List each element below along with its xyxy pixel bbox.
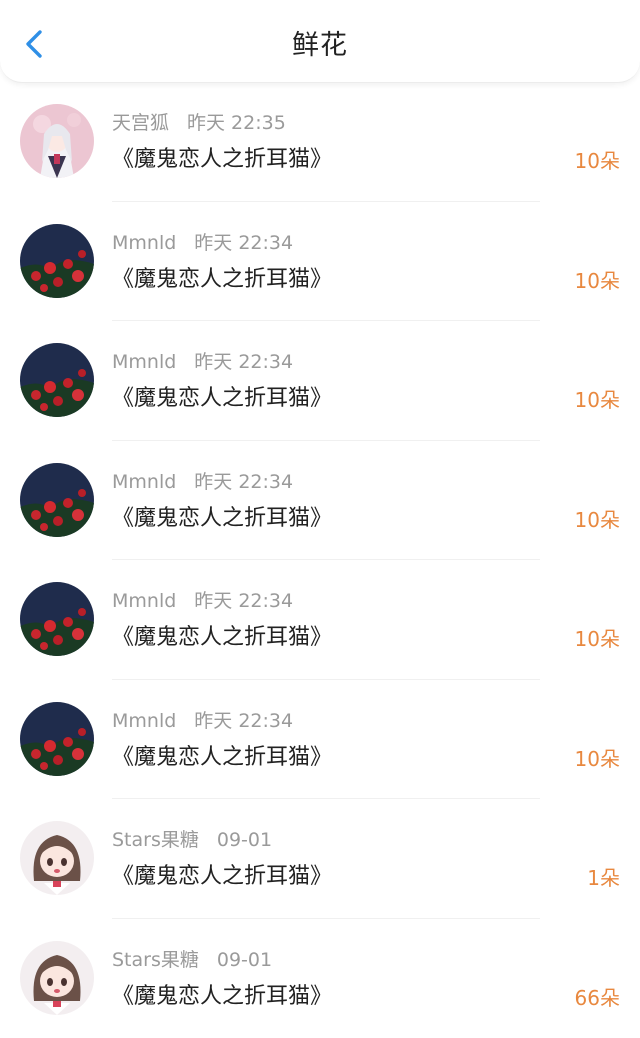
item-meta: Mmnld 昨天 22:34 [112, 469, 293, 495]
flower-count: 10朵 [575, 385, 620, 415]
username[interactable]: 天宫狐 [112, 112, 169, 134]
user-avatar[interactable] [20, 463, 94, 537]
username[interactable]: Mmnld [112, 710, 176, 732]
user-avatar[interactable] [20, 104, 94, 178]
red-flowers-night-avatar-icon [20, 702, 94, 776]
book-title[interactable]: 《魔鬼恋人之折耳猫》 [112, 622, 332, 654]
book-title[interactable]: 《魔鬼恋人之折耳猫》 [112, 144, 332, 176]
flower-count: 66朵 [575, 983, 620, 1013]
user-avatar[interactable] [20, 702, 94, 776]
book-title[interactable]: 《魔鬼恋人之折耳猫》 [112, 981, 332, 1013]
timestamp: 昨天 22:34 [194, 232, 293, 254]
timestamp: 昨天 22:34 [194, 590, 293, 612]
flower-count: 1朵 [587, 863, 620, 893]
flower-count: 10朵 [575, 744, 620, 774]
page-title: 鲜花 [0, 28, 640, 64]
book-title[interactable]: 《魔鬼恋人之折耳猫》 [112, 742, 332, 774]
username[interactable]: Mmnld [112, 351, 176, 373]
item-meta: Mmnld 昨天 22:34 [112, 708, 293, 734]
timestamp: 昨天 22:34 [194, 471, 293, 493]
username[interactable]: Mmnld [112, 471, 176, 493]
user-avatar[interactable] [20, 224, 94, 298]
item-meta: 天宫狐昨天 22:35 [112, 110, 286, 136]
timestamp: 昨天 22:35 [187, 112, 286, 134]
username[interactable]: Stars果糖 [112, 949, 199, 971]
list-item[interactable]: Mmnld 昨天 22:34 《魔鬼恋人之折耳猫》 10朵 [0, 321, 640, 441]
timestamp: 09-01 [217, 949, 272, 971]
user-avatar[interactable] [20, 343, 94, 417]
user-avatar[interactable] [20, 582, 94, 656]
book-title[interactable]: 《魔鬼恋人之折耳猫》 [112, 861, 332, 893]
top-bar: 鲜花 [0, 0, 640, 83]
item-meta: Mmnld 昨天 22:34 [112, 230, 293, 256]
list-item[interactable]: Mmnld 昨天 22:34 《魔鬼恋人之折耳猫》 10朵 [0, 202, 640, 322]
timestamp: 昨天 22:34 [194, 710, 293, 732]
red-flowers-night-avatar-icon [20, 463, 94, 537]
book-title[interactable]: 《魔鬼恋人之折耳猫》 [112, 383, 332, 415]
list-item[interactable]: Mmnld 昨天 22:34 《魔鬼恋人之折耳猫》 10朵 [0, 441, 640, 561]
username[interactable]: Mmnld [112, 232, 176, 254]
list-item[interactable]: Mmnld 昨天 22:34 《魔鬼恋人之折耳猫》 10朵 [0, 680, 640, 800]
item-meta: Mmnld 昨天 22:34 [112, 349, 293, 375]
flower-count: 10朵 [575, 266, 620, 296]
user-avatar[interactable] [20, 821, 94, 895]
chibi-girl-avatar-icon [20, 821, 94, 895]
item-meta: Stars果糖 09-01 [112, 827, 272, 853]
item-meta: Mmnld 昨天 22:34 [112, 588, 293, 614]
list-item[interactable]: 天宫狐昨天 22:35 《魔鬼恋人之折耳猫》 10朵 [0, 82, 640, 202]
list-item[interactable]: Stars果糖 09-01 《魔鬼恋人之折耳猫》 66朵 [0, 919, 640, 1038]
item-meta: Stars果糖 09-01 [112, 947, 272, 973]
list-item[interactable]: Stars果糖 09-01 《魔鬼恋人之折耳猫》 1朵 [0, 799, 640, 919]
flower-gift-list: 天宫狐昨天 22:35 《魔鬼恋人之折耳猫》 10朵 Mmnld 昨天 22:34… [0, 82, 640, 1038]
chibi-girl-avatar-icon [20, 941, 94, 1015]
username[interactable]: Mmnld [112, 590, 176, 612]
book-title[interactable]: 《魔鬼恋人之折耳猫》 [112, 503, 332, 535]
anime-girl-white-hair-avatar-icon [20, 104, 94, 178]
flower-count: 10朵 [575, 146, 620, 176]
timestamp: 09-01 [217, 829, 272, 851]
timestamp: 昨天 22:34 [194, 351, 293, 373]
flower-count: 10朵 [575, 505, 620, 535]
book-title[interactable]: 《魔鬼恋人之折耳猫》 [112, 264, 332, 296]
red-flowers-night-avatar-icon [20, 224, 94, 298]
red-flowers-night-avatar-icon [20, 343, 94, 417]
red-flowers-night-avatar-icon [20, 582, 94, 656]
flower-count: 10朵 [575, 624, 620, 654]
user-avatar[interactable] [20, 941, 94, 1015]
list-item[interactable]: Mmnld 昨天 22:34 《魔鬼恋人之折耳猫》 10朵 [0, 560, 640, 680]
username[interactable]: Stars果糖 [112, 829, 199, 851]
